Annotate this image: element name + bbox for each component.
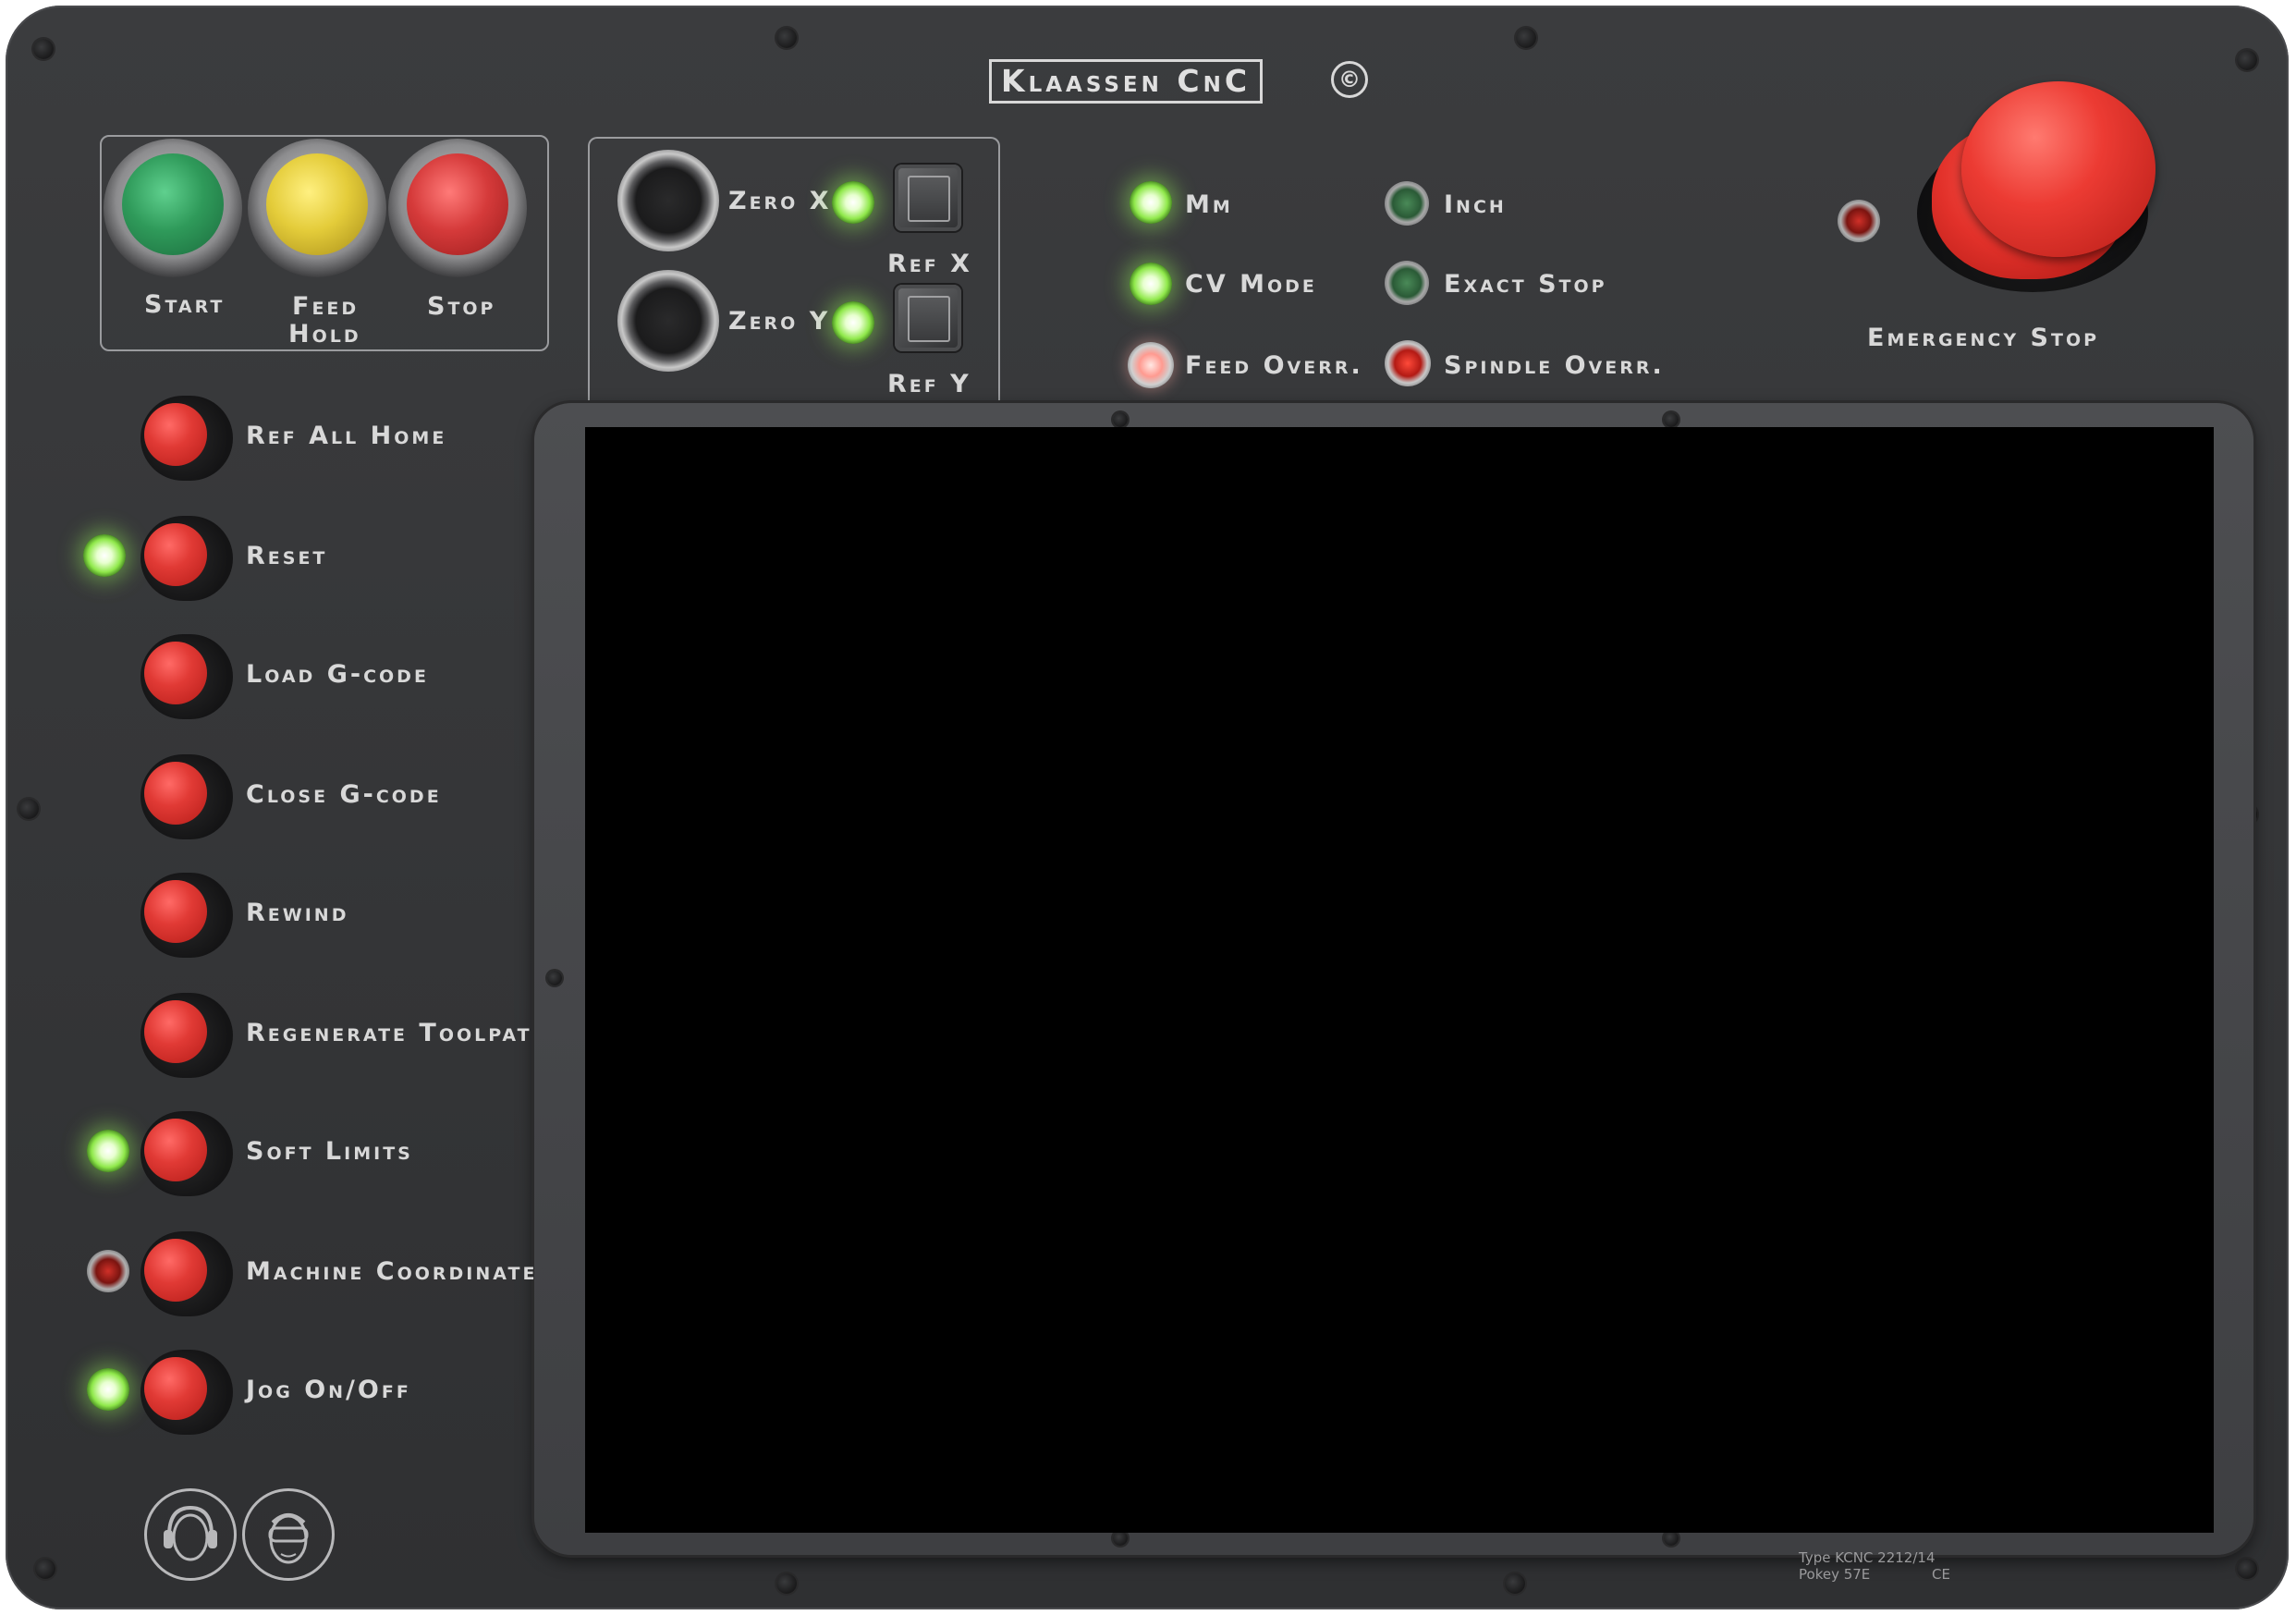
- ref-all-home-button[interactable]: [140, 396, 233, 481]
- start-label: Start: [144, 290, 226, 319]
- inch-label: Inch: [1444, 190, 1507, 219]
- ref-x-label: Ref X: [887, 250, 972, 278]
- jog-onoff-button[interactable]: [140, 1350, 233, 1435]
- ref-x-button-face: [908, 176, 950, 222]
- rewind-button[interactable]: [140, 873, 233, 958]
- screw-icon: [2237, 50, 2257, 70]
- button-cap: [144, 642, 207, 704]
- mm-label: Mm: [1185, 190, 1233, 219]
- reset-label: Reset: [246, 542, 328, 570]
- cv-mode-led: [1130, 263, 1172, 305]
- safety-goggles-icon: [242, 1488, 335, 1581]
- regenerate-toolpath-button[interactable]: [140, 993, 233, 1078]
- screw-icon: [33, 39, 54, 59]
- load-gcode-button[interactable]: [140, 634, 233, 719]
- regenerate-toolpath-label: Regenerate Toolpat: [246, 1019, 532, 1047]
- ref-y-button[interactable]: [895, 285, 961, 351]
- copyright-icon: ©: [1331, 61, 1368, 98]
- ref-y-button-face: [908, 296, 950, 342]
- soft-limits-led: [87, 1130, 129, 1172]
- stop-button[interactable]: [388, 139, 527, 277]
- ref-y-label: Ref Y: [887, 370, 971, 398]
- type-plate-line1: Type KCNC 2212/14: [1799, 1549, 1936, 1566]
- stop-button-cap: [407, 153, 508, 255]
- emergency-stop-led: [1838, 200, 1880, 242]
- button-cap: [144, 1357, 207, 1420]
- screw-icon: [18, 799, 39, 819]
- soft-limits-button[interactable]: [140, 1111, 233, 1196]
- feed-hold-label-line1: Feed: [292, 292, 360, 321]
- inch-led: [1385, 181, 1429, 226]
- feed-hold-button[interactable]: [248, 139, 386, 277]
- screw-icon: [776, 28, 797, 48]
- button-cap: [144, 1239, 207, 1302]
- ref-x-button[interactable]: [895, 165, 961, 231]
- button-cap: [144, 403, 207, 466]
- zero-x-led: [832, 181, 874, 224]
- exact-stop-label: Exact Stop: [1444, 270, 1607, 299]
- screw-icon: [1664, 1531, 1679, 1546]
- screw-icon: [1113, 412, 1128, 427]
- reset-led: [83, 534, 126, 577]
- cv-mode-label: CV Mode: [1185, 270, 1317, 299]
- machine-coordinate-led: [87, 1250, 129, 1292]
- button-cap: [144, 1000, 207, 1063]
- button-cap: [144, 523, 207, 586]
- jog-led: [87, 1368, 129, 1411]
- screw-icon: [547, 971, 562, 985]
- ear-protection-icon: [144, 1488, 237, 1581]
- feed-overr-label: Feed Overr.: [1185, 351, 1363, 380]
- rewind-label: Rewind: [246, 899, 349, 927]
- machine-coordinate-label: Machine Coordinate: [246, 1257, 538, 1286]
- display-screen[interactable]: [585, 427, 2214, 1533]
- zero-x-button[interactable]: [617, 150, 719, 251]
- brand-logo: Klaassen CnC: [989, 59, 1264, 104]
- emergency-stop-mushroom[interactable]: [1961, 81, 2156, 257]
- screw-icon: [35, 1559, 55, 1579]
- spindle-overr-label: Spindle Overr.: [1444, 351, 1665, 380]
- type-plate-line2: Pokey 57E: [1799, 1566, 1871, 1583]
- start-button-cap: [122, 153, 224, 255]
- button-cap: [144, 762, 207, 825]
- spindle-overr-led: [1385, 340, 1431, 386]
- screw-icon: [1113, 1531, 1128, 1546]
- jog-onoff-label: Jog On/Off: [246, 1376, 411, 1404]
- close-gcode-button[interactable]: [140, 754, 233, 839]
- screw-icon: [776, 1573, 797, 1594]
- feed-hold-button-cap: [266, 153, 368, 255]
- soft-limits-label: Soft Limits: [246, 1137, 413, 1166]
- feed-overr-led: [1128, 342, 1174, 388]
- emergency-stop-label: Emergency Stop: [1867, 324, 2100, 352]
- screw-icon: [2237, 1559, 2257, 1579]
- machine-coordinate-button[interactable]: [140, 1231, 233, 1316]
- ref-all-home-label: Ref All Home: [246, 422, 447, 450]
- mm-led: [1130, 181, 1172, 224]
- load-gcode-label: Load G-code: [246, 660, 429, 689]
- stop-label: Stop: [427, 292, 496, 321]
- start-button[interactable]: [104, 139, 242, 277]
- screw-icon: [1505, 1573, 1525, 1594]
- close-gcode-label: Close G-code: [246, 780, 442, 809]
- button-cap: [144, 880, 207, 943]
- ce-mark: CE: [1932, 1566, 1950, 1583]
- zero-y-button[interactable]: [617, 270, 719, 372]
- zero-y-label: Zero Y: [728, 307, 831, 336]
- reset-button[interactable]: [140, 516, 233, 601]
- zero-x-label: Zero X: [728, 187, 832, 215]
- exact-stop-led: [1385, 261, 1429, 305]
- button-cap: [144, 1119, 207, 1181]
- feed-hold-label-line2: Hold: [288, 320, 361, 349]
- zero-y-led: [832, 301, 874, 344]
- screw-icon: [1664, 412, 1679, 427]
- screw-icon: [1516, 28, 1536, 48]
